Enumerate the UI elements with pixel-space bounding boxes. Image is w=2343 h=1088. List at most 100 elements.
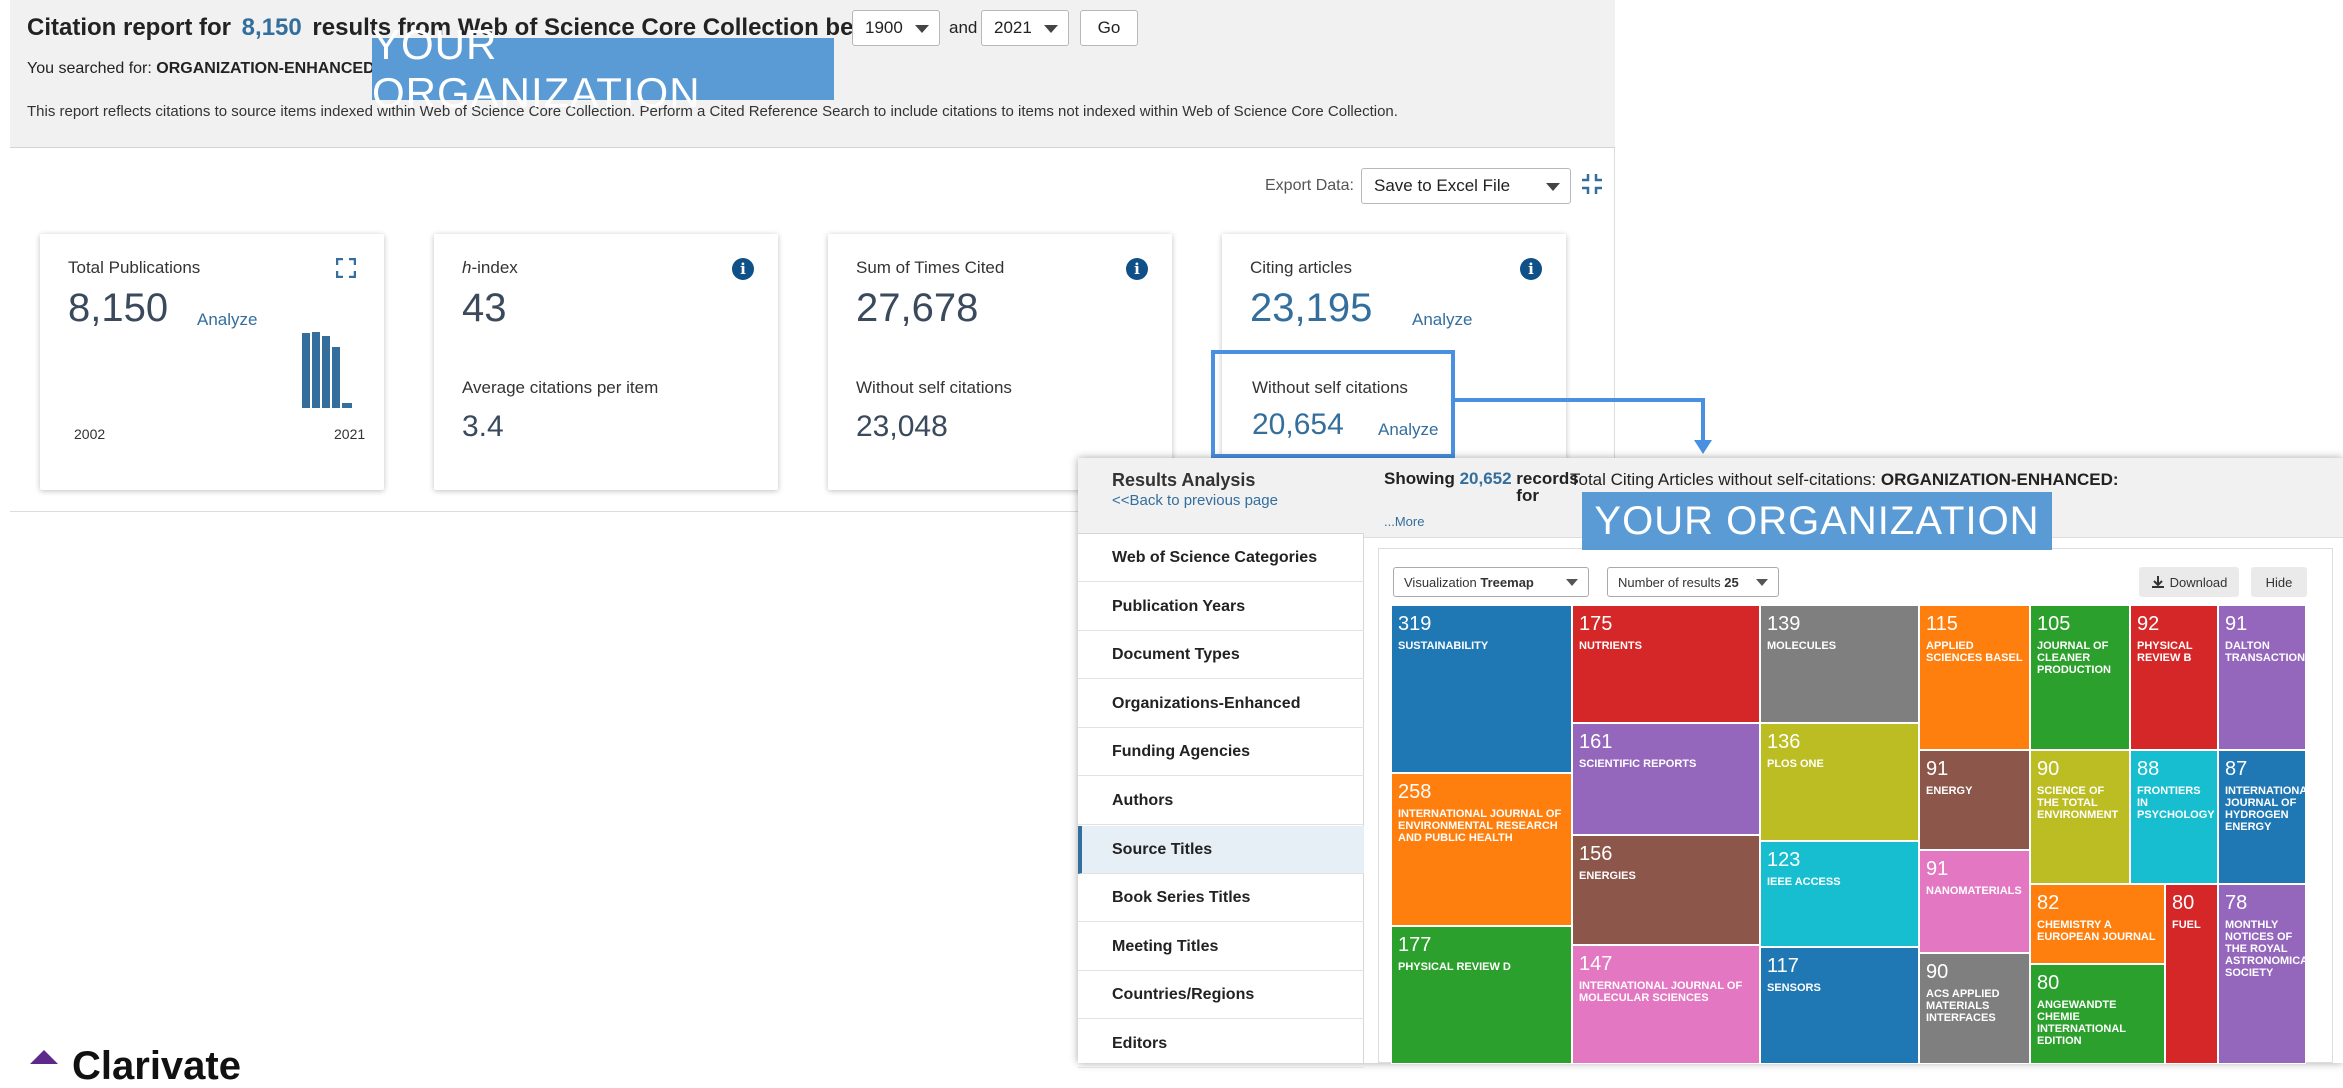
times-cited-card: Sum of Times Cited i 27,678 Without self… [828, 234, 1172, 490]
tile-label: Physical Review B [2137, 640, 2193, 664]
expand-icon[interactable] [336, 258, 356, 278]
treemap-tile[interactable]: 91 Energy [1919, 750, 2030, 850]
treemap-tile[interactable]: 115 Applied Sciences Basel [1919, 605, 2030, 750]
sidebar-item[interactable]: Publication Years [1078, 583, 1364, 631]
chevron-down-icon [1044, 25, 1058, 33]
card-sub-label: Average citations per item [462, 378, 659, 397]
sidebar-item[interactable]: Web of Science Categories [1078, 534, 1364, 582]
treemap-tile[interactable]: 175 Nutrients [1572, 605, 1760, 723]
query-description: Total Citing Articles without self-citat… [1570, 470, 2119, 490]
info-icon[interactable]: i [732, 258, 754, 280]
tile-value: 91 [1926, 758, 1949, 780]
num-label: Number of results [1618, 574, 1721, 590]
treemap-tile[interactable]: 177 Physical Review D [1391, 926, 1572, 1064]
treemap-tile[interactable]: 258 International Journal of Environmenta… [1391, 773, 1572, 926]
viz-value: Treemap [1480, 574, 1534, 590]
export-select[interactable]: Save to Excel File [1361, 168, 1571, 204]
tile-value: 80 [2172, 892, 2195, 914]
tile-label: Scientific Reports [1579, 758, 1697, 770]
treemap-tile[interactable]: 123 IEEE Access [1760, 841, 1919, 947]
searched-field: ORGANIZATION-ENHANCED: [156, 60, 380, 77]
treemap-tile[interactable]: 90 Science of the Total Environment [2030, 750, 2130, 884]
treemap-tile[interactable]: 161 Scientific Reports [1572, 723, 1760, 835]
back-link[interactable]: <<Back to previous page [1112, 492, 1278, 509]
treemap-tile[interactable]: 147 International Journal of Molecular Sc… [1572, 945, 1760, 1064]
tile-label: Energies [1579, 870, 1636, 882]
treemap-tile[interactable]: 91 Dalton Transactions [2218, 605, 2306, 750]
tile-value: 319 [1398, 613, 1432, 635]
card-label: h-index [462, 258, 518, 278]
h-rest: -index [471, 258, 518, 277]
tile-value: 156 [1579, 843, 1613, 865]
export-value: Save to Excel File [1374, 176, 1511, 195]
collapse-icon[interactable] [1580, 172, 1604, 196]
treemap-tile[interactable]: 156 Energies [1572, 835, 1760, 945]
tile-value: 92 [2137, 613, 2160, 635]
results-analysis-panel: Results Analysis <<Back to previous page… [1078, 458, 2343, 1068]
treemap-tile[interactable]: 82 Chemistry A European Journal [2030, 884, 2165, 964]
sidebar-item[interactable]: Book Series Titles [1078, 874, 1364, 923]
sidebar-item[interactable]: Document Types [1078, 631, 1364, 680]
treemap-tile[interactable]: 139 Molecules [1760, 605, 1919, 723]
card-value: 43 [462, 286, 507, 330]
tile-label: IEEE Access [1767, 876, 1841, 888]
spark-bar [322, 336, 330, 408]
sidebar-item[interactable]: Authors [1078, 777, 1364, 825]
card-value-link[interactable]: 23,195 [1250, 286, 1372, 331]
analyze-link[interactable]: Analyze [1412, 310, 1472, 330]
info-icon[interactable]: i [1520, 258, 1542, 280]
card-label: Total Publications [68, 258, 201, 277]
tile-label: Physical Review D [1398, 961, 1511, 973]
treemap-tile[interactable]: 92 Physical Review B [2130, 605, 2218, 750]
treemap-tile[interactable]: 319 Sustainability [1391, 605, 1572, 773]
tile-label: Applied Sciences Basel [1926, 640, 2023, 664]
year-from-select[interactable]: 1900 [852, 10, 940, 46]
total-publications-card: Total Publications 8,150 Analyze 2002 20… [40, 234, 384, 490]
hide-button[interactable]: Hide [2251, 567, 2307, 597]
total-results-link[interactable]: 8,150 [242, 14, 302, 41]
sidebar-item[interactable]: Countries/Regions [1078, 971, 1364, 1020]
treemap-tile[interactable]: 105 Journal of Cleaner Production [2030, 605, 2130, 750]
sidebar-item[interactable]: Meeting Titles [1078, 923, 1364, 971]
info-icon[interactable]: i [1126, 258, 1148, 280]
highlight-box [1211, 350, 1455, 458]
analyze-link[interactable]: Analyze [197, 310, 257, 330]
tile-value: 123 [1767, 849, 1801, 871]
treemap-tile[interactable]: 80 Angewandte Chemie International Editio… [2030, 964, 2165, 1064]
spark-bar [302, 333, 310, 408]
download-button[interactable]: Download [2139, 567, 2239, 597]
tile-label: Frontiers in Psychology [2137, 785, 2215, 821]
treemap-tile[interactable]: 117 Sensors [1760, 947, 1919, 1064]
treemap-tile[interactable]: 136 PLOS ONE [1760, 723, 1919, 841]
sidebar-item[interactable]: Organizations-Enhanced [1078, 680, 1364, 728]
treemap-tile[interactable]: 88 Frontiers in Psychology [2130, 750, 2218, 884]
treemap-tile[interactable]: 78 Monthly Notices of the Royal Astronomi… [2218, 884, 2306, 1064]
tile-value: 177 [1398, 934, 1432, 956]
treemap-tile[interactable]: 87 International Journal of Hydrogen Ener… [2218, 750, 2306, 884]
tile-value: 87 [2225, 758, 2248, 780]
number-of-results-select[interactable]: Number of results 25 [1607, 567, 1779, 597]
connector-line [1455, 398, 1705, 402]
year-to-select[interactable]: 2021 [981, 10, 1069, 46]
spark-bar [342, 403, 352, 408]
export-label: Export Data: [1265, 177, 1354, 194]
sidebar-item[interactable]: Funding Agencies [1078, 728, 1364, 777]
treemap-tile[interactable]: 90 ACS Applied Materials Interfaces [1919, 953, 2030, 1064]
go-button[interactable]: Go [1080, 10, 1138, 46]
tile-label: International Journal of Molecular Scien… [1579, 980, 1743, 1004]
treemap-tile[interactable]: 91 Nanomaterials [1919, 850, 2030, 953]
spark-year-end: 2021 [334, 426, 366, 442]
card-sub-value: 23,048 [856, 410, 948, 443]
sidebar-item[interactable]: Editors [1078, 1020, 1364, 1068]
tile-value: 139 [1767, 613, 1801, 635]
visualization-select[interactable]: Visualization Treemap [1393, 567, 1589, 597]
tile-label: Angewandte Chemie International Edition [2037, 999, 2126, 1047]
query-label: Total Citing Articles without self-citat… [1570, 470, 1877, 489]
clarivate-logo-icon [30, 1050, 58, 1064]
more-link[interactable]: ...More [1384, 514, 1424, 529]
treemap-tile[interactable]: 80 Fuel [2165, 884, 2218, 1064]
tile-value: 136 [1767, 731, 1801, 753]
tile-label: Chemistry A European Journal [2037, 919, 2156, 943]
sidebar-item[interactable]: Source Titles [1078, 825, 1364, 874]
chevron-down-icon [1546, 183, 1560, 191]
